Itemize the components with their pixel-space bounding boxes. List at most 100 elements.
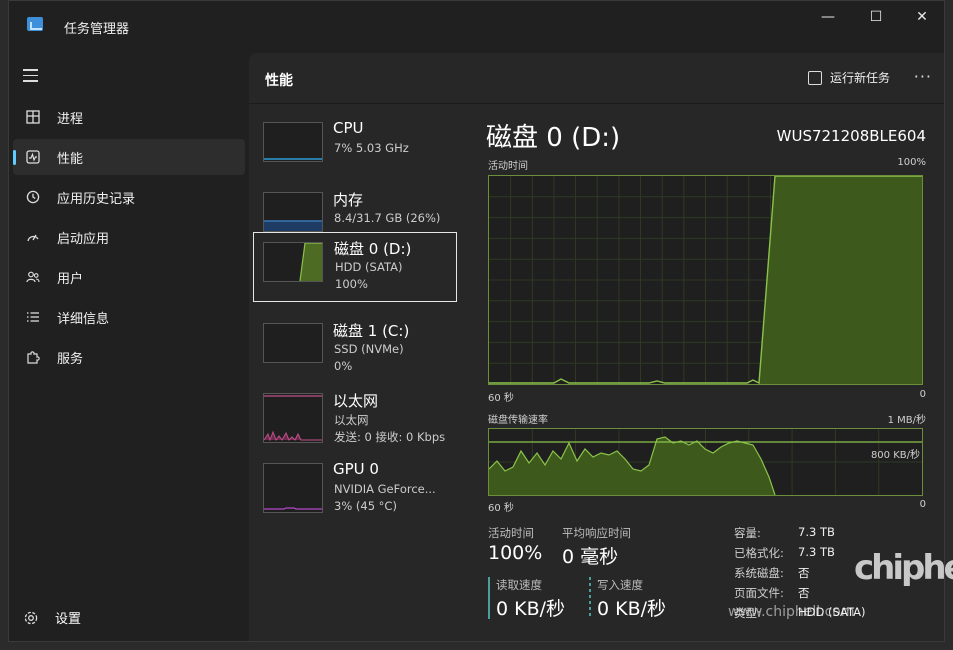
active-time-graph-label: 活动时间 [488,161,528,172]
services-puzzle-icon [25,349,41,365]
active-time-label: 活动时间 [488,526,534,540]
sidebar-item-users[interactable]: 用户 [13,259,245,295]
device-detail: 以太网 [334,413,369,427]
run-new-task-button[interactable]: 运行新任务 [807,69,890,86]
device-name: GPU 0 [333,460,379,478]
device-detail: SSD (NVMe) [334,342,404,356]
active-time-value: 100% [488,542,543,564]
sidebar-item-label: 进程 [57,111,84,127]
capacity-value: 7.3 TB [798,525,835,539]
transfer-rate-graph-mark: 800 KB/秒 [870,450,920,461]
cpu-thumbnail [263,122,323,162]
task-manager-app-icon [27,17,43,31]
system-disk-label: 系统磁盘: [734,566,784,580]
ethernet-thumbnail [263,393,323,443]
formatted-value: 7.3 TB [798,545,835,559]
users-icon [25,269,41,285]
settings-button[interactable]: 设置 [23,608,81,627]
device-name: 磁盘 1 (C:) [333,322,410,340]
disk1-thumbnail [263,323,323,363]
disk-model: WUS721208BLE604 [776,127,926,145]
active-time-graph-start: 60 秒 [488,393,514,404]
active-time-graph-end: 0 [919,389,926,400]
disk0-thumbnail [263,242,323,282]
page-file-label: 页面文件: [734,586,784,600]
sidebar-item-app-history[interactable]: 应用历史记录 [13,179,245,215]
history-clock-icon [25,189,41,205]
chiphell-watermark-logo: chiphell [854,548,953,588]
new-task-icon [807,70,822,85]
transfer-rate-graph-label: 磁盘传输速率 [488,415,548,426]
device-name: 磁盘 0 (D:) [334,240,412,258]
device-item-ethernet[interactable]: 以太网 以太网 发送: 0 接收: 0 Kbps [253,383,457,453]
sidebar-item-label: 详细信息 [57,311,110,327]
minimize-button[interactable]: — [805,6,851,28]
write-speed-label: 写入速度 [597,578,643,592]
device-usage: 发送: 0 接收: 0 Kbps [334,430,446,444]
main-header: 性能 运行新任务 ··· [249,53,944,104]
sidebar-item-performance[interactable]: 性能 [13,139,245,175]
formatted-label: 已格式化: [734,546,784,560]
capacity-label: 容量: [734,526,761,540]
write-speed-indicator [589,577,591,619]
device-item-disk0[interactable]: 磁盘 0 (D:) HDD (SATA) 100% [253,232,457,302]
settings-label: 设置 [55,612,82,627]
title-bar[interactable]: 任务管理器 — ☐ ✕ [9,1,944,51]
gpu-thumbnail [263,463,323,513]
device-name: 以太网 [333,392,379,410]
hamburger-menu-icon[interactable] [23,69,43,83]
device-usage: 0% [334,359,353,373]
device-detail: HDD (SATA) [335,260,403,274]
maximize-button[interactable]: ☐ [853,6,899,28]
device-usage: 100% [335,277,368,291]
active-time-graph-max: 100% [897,157,926,168]
memory-thumbnail [263,192,323,232]
performance-chart-icon [25,149,41,165]
device-usage: 3% (45 °C) [334,499,397,513]
startup-gauge-icon [25,229,41,245]
gear-icon [24,611,38,624]
transfer-rate-graph-start: 60 秒 [488,503,514,514]
sidebar: 进程 性能 应用历史记录 启动应用 用户 详细信息 服务 [9,51,249,641]
page-file-value: 否 [798,586,810,600]
page-title: 性能 [265,73,293,89]
main-panel: 性能 运行新任务 ··· CPU 7% 5.03 GHz 内存 8.4/31.7 [249,53,944,641]
active-time-graph [488,175,923,385]
sidebar-item-details[interactable]: 详细信息 [13,299,245,335]
sidebar-item-label: 服务 [57,351,84,367]
sidebar-item-processes[interactable]: 进程 [13,99,245,135]
transfer-rate-graph-max: 1 MB/秒 [887,415,926,426]
transfer-rate-graph-end: 0 [919,499,926,510]
read-speed-value: 0 KB/秒 [496,598,566,620]
sidebar-item-services[interactable]: 服务 [13,339,245,375]
device-item-cpu[interactable]: CPU 7% 5.03 GHz [253,112,457,182]
sidebar-item-label: 应用历史记录 [57,191,136,207]
transfer-rate-graph [488,428,923,496]
avg-response-value: 0 毫秒 [562,546,619,568]
sidebar-item-startup-apps[interactable]: 启动应用 [13,219,245,255]
device-detail: NVIDIA GeForce... [334,482,436,496]
device-name: 内存 [333,191,364,209]
more-options-button[interactable]: ··· [914,67,932,86]
sidebar-item-label: 性能 [57,151,84,167]
active-indicator [13,150,16,165]
system-disk-value: 否 [798,566,810,580]
avg-response-label: 平均响应时间 [562,526,631,540]
run-new-task-label: 运行新任务 [829,71,890,85]
device-item-disk1[interactable]: 磁盘 1 (C:) SSD (NVMe) 0% [253,313,457,383]
device-detail: 8.4/31.7 GB (26%) [334,211,441,225]
device-item-gpu[interactable]: GPU 0 NVIDIA GeForce... 3% (45 °C) [253,453,457,523]
details-list-icon [25,309,41,325]
app-title: 任务管理器 [64,22,130,37]
read-speed-label: 读取速度 [496,578,542,592]
device-detail: 7% 5.03 GHz [334,141,409,155]
read-speed-indicator [488,577,490,619]
write-speed-value: 0 KB/秒 [597,598,667,620]
task-manager-window: 任务管理器 — ☐ ✕ 进程 性能 应用历史记录 启动应用 用户 详细信息 服务… [8,0,945,642]
processes-grid-icon [25,109,41,125]
disk-title: 磁盘 0 (D:) [486,123,621,153]
sidebar-item-label: 用户 [57,271,84,287]
device-name: CPU [333,119,364,137]
chiphell-watermark-url: www.chiphell.com [728,604,855,620]
close-button[interactable]: ✕ [899,6,944,28]
